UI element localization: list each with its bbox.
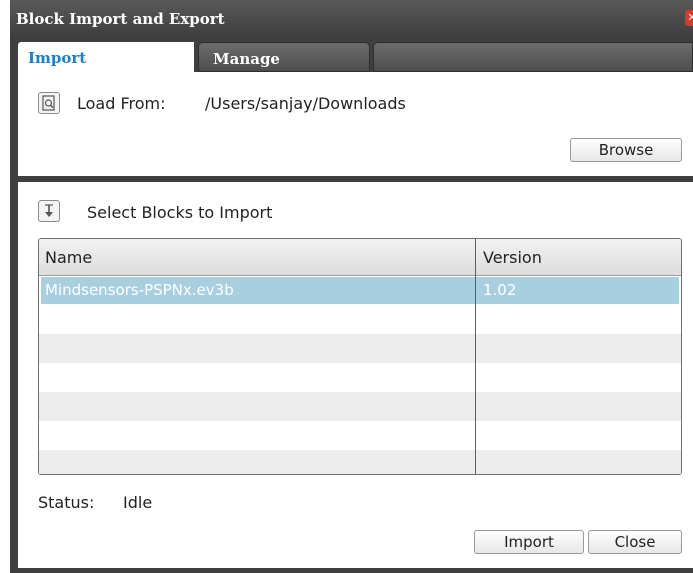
load-path-value: /Users/sanjay/Downloads	[205, 94, 406, 113]
column-header-name[interactable]: Name	[45, 248, 92, 267]
table-row-empty	[39, 363, 681, 392]
select-blocks-label: Select Blocks to Import	[87, 203, 273, 222]
file-search-icon	[38, 92, 60, 114]
blocks-table: Name Version Mindsensors-PSPNx.ev3b 1.02	[38, 238, 682, 475]
cell-version: 1.02	[483, 281, 517, 299]
table-header: Name Version	[39, 239, 681, 276]
browse-button[interactable]: Browse	[570, 138, 682, 162]
table-row-empty	[39, 392, 681, 421]
download-arrow-icon	[38, 200, 60, 222]
tab-import[interactable]: Import	[18, 42, 194, 72]
column-header-version[interactable]: Version	[483, 248, 542, 267]
tab-manage[interactable]: Manage	[198, 42, 370, 72]
dialog-window: Block Import and Export ✕ Import Manage …	[10, 0, 693, 573]
window-title: Block Import and Export	[16, 10, 225, 28]
close-button[interactable]: Close	[588, 530, 682, 554]
close-window-icon[interactable]: ✕	[685, 10, 693, 26]
load-from-label: Load From:	[77, 94, 166, 113]
table-row-empty	[39, 305, 681, 334]
title-bar[interactable]: Block Import and Export ✕	[10, 0, 693, 39]
table-row-empty	[39, 421, 681, 450]
table-row-empty	[39, 450, 681, 474]
status-label: Status:	[38, 493, 95, 512]
column-divider	[475, 239, 476, 474]
import-button[interactable]: Import	[474, 530, 584, 554]
table-row-empty	[39, 334, 681, 363]
status-value: Idle	[123, 493, 153, 512]
tab-strip-filler	[373, 42, 693, 72]
table-row[interactable]: Mindsensors-PSPNx.ev3b 1.02	[39, 276, 681, 305]
tab-bar: Import Manage	[18, 42, 693, 72]
cell-name: Mindsensors-PSPNx.ev3b	[45, 281, 234, 299]
